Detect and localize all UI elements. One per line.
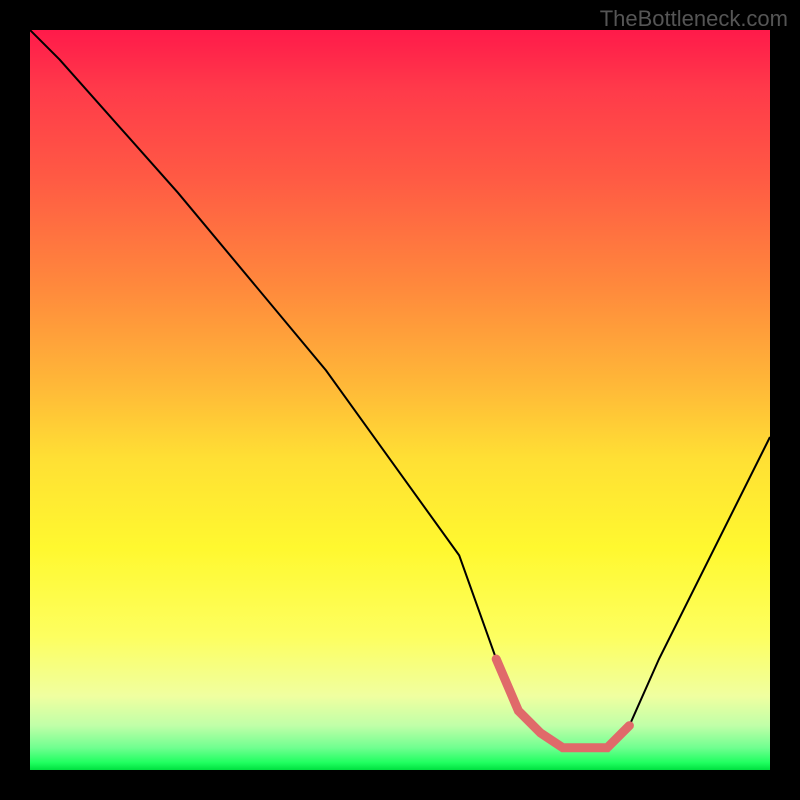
main-curve-path — [30, 30, 770, 748]
chart-container: TheBottleneck.com — [0, 0, 800, 800]
highlight-curve-path — [496, 659, 629, 748]
watermark-text: TheBottleneck.com — [600, 6, 788, 32]
plot-area — [30, 30, 770, 770]
curve-overlay — [30, 30, 770, 770]
